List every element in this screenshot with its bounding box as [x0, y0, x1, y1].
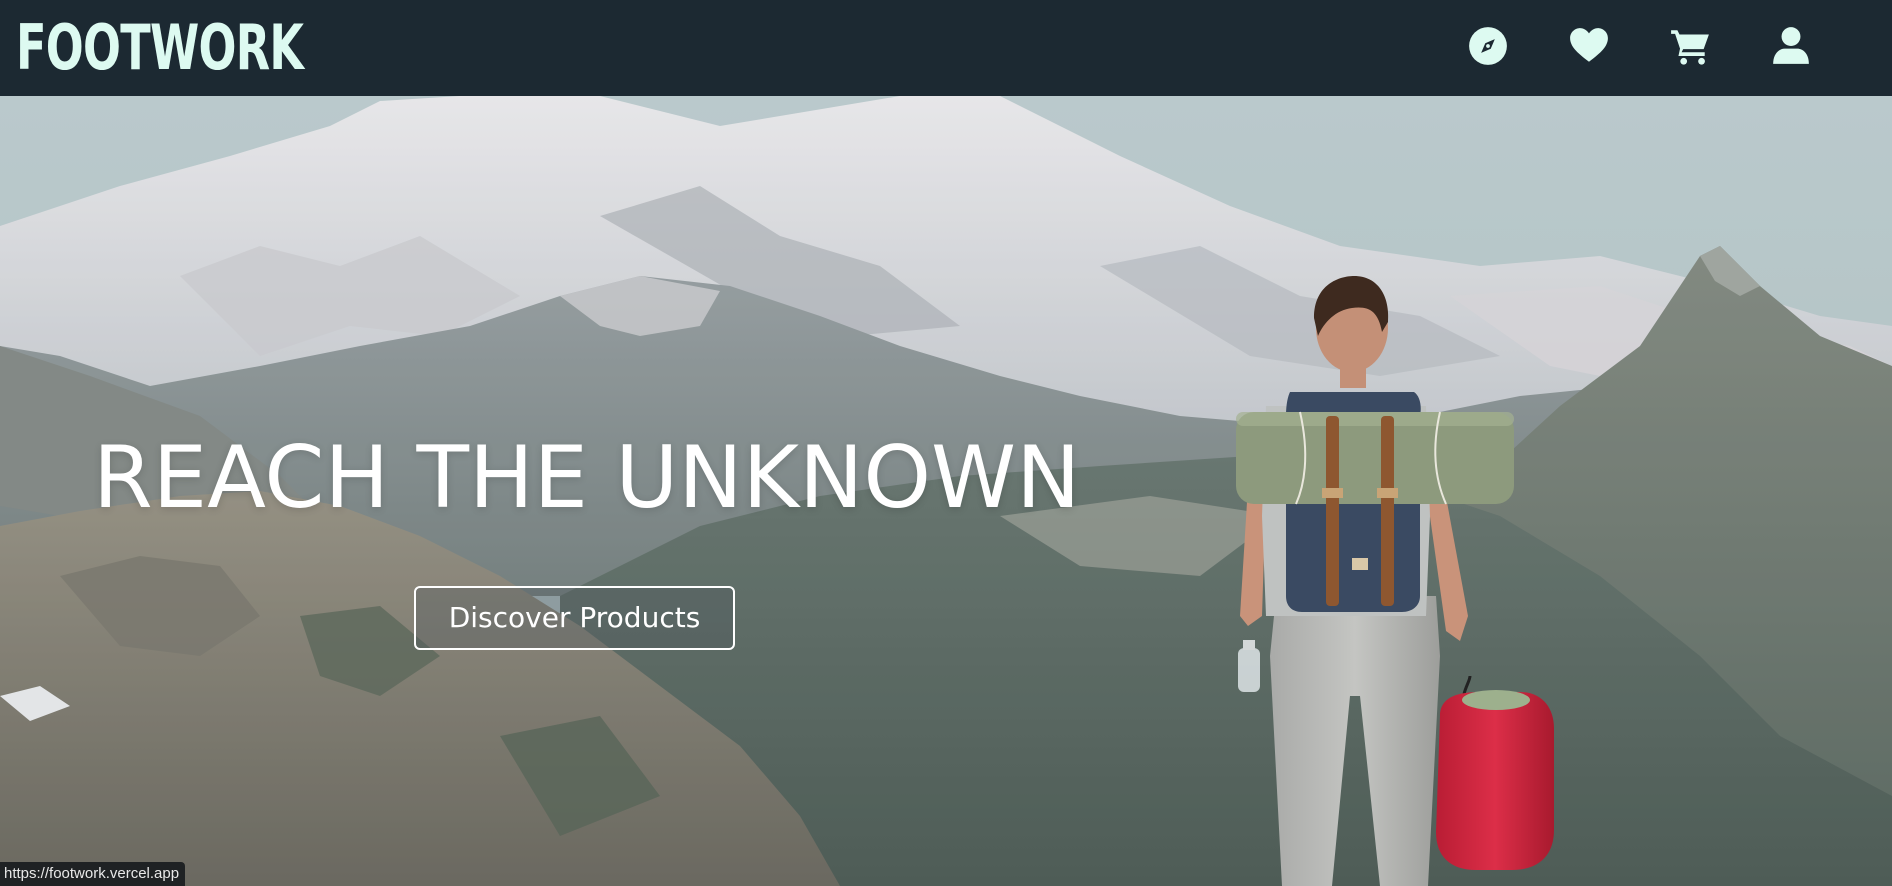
status-bar-url: https://footwork.vercel.app: [0, 862, 186, 886]
hero-section: REACH THE UNKNOWN Discover Products: [0, 96, 1892, 886]
discover-products-button[interactable]: Discover Products: [414, 586, 735, 650]
logo[interactable]: FOOTWORK: [16, 8, 304, 88]
user-icon[interactable]: [1763, 18, 1819, 74]
hero-title: REACH THE UNKNOWN: [93, 428, 1081, 528]
page: FOOTWORK REACH THE UNKNOWN Discover Prod…: [0, 0, 1892, 886]
cart-icon[interactable]: [1662, 18, 1718, 74]
heart-icon[interactable]: [1561, 18, 1617, 74]
nav-icons: [1460, 18, 1819, 74]
compass-icon[interactable]: [1460, 18, 1516, 74]
navbar: FOOTWORK: [0, 0, 1892, 96]
